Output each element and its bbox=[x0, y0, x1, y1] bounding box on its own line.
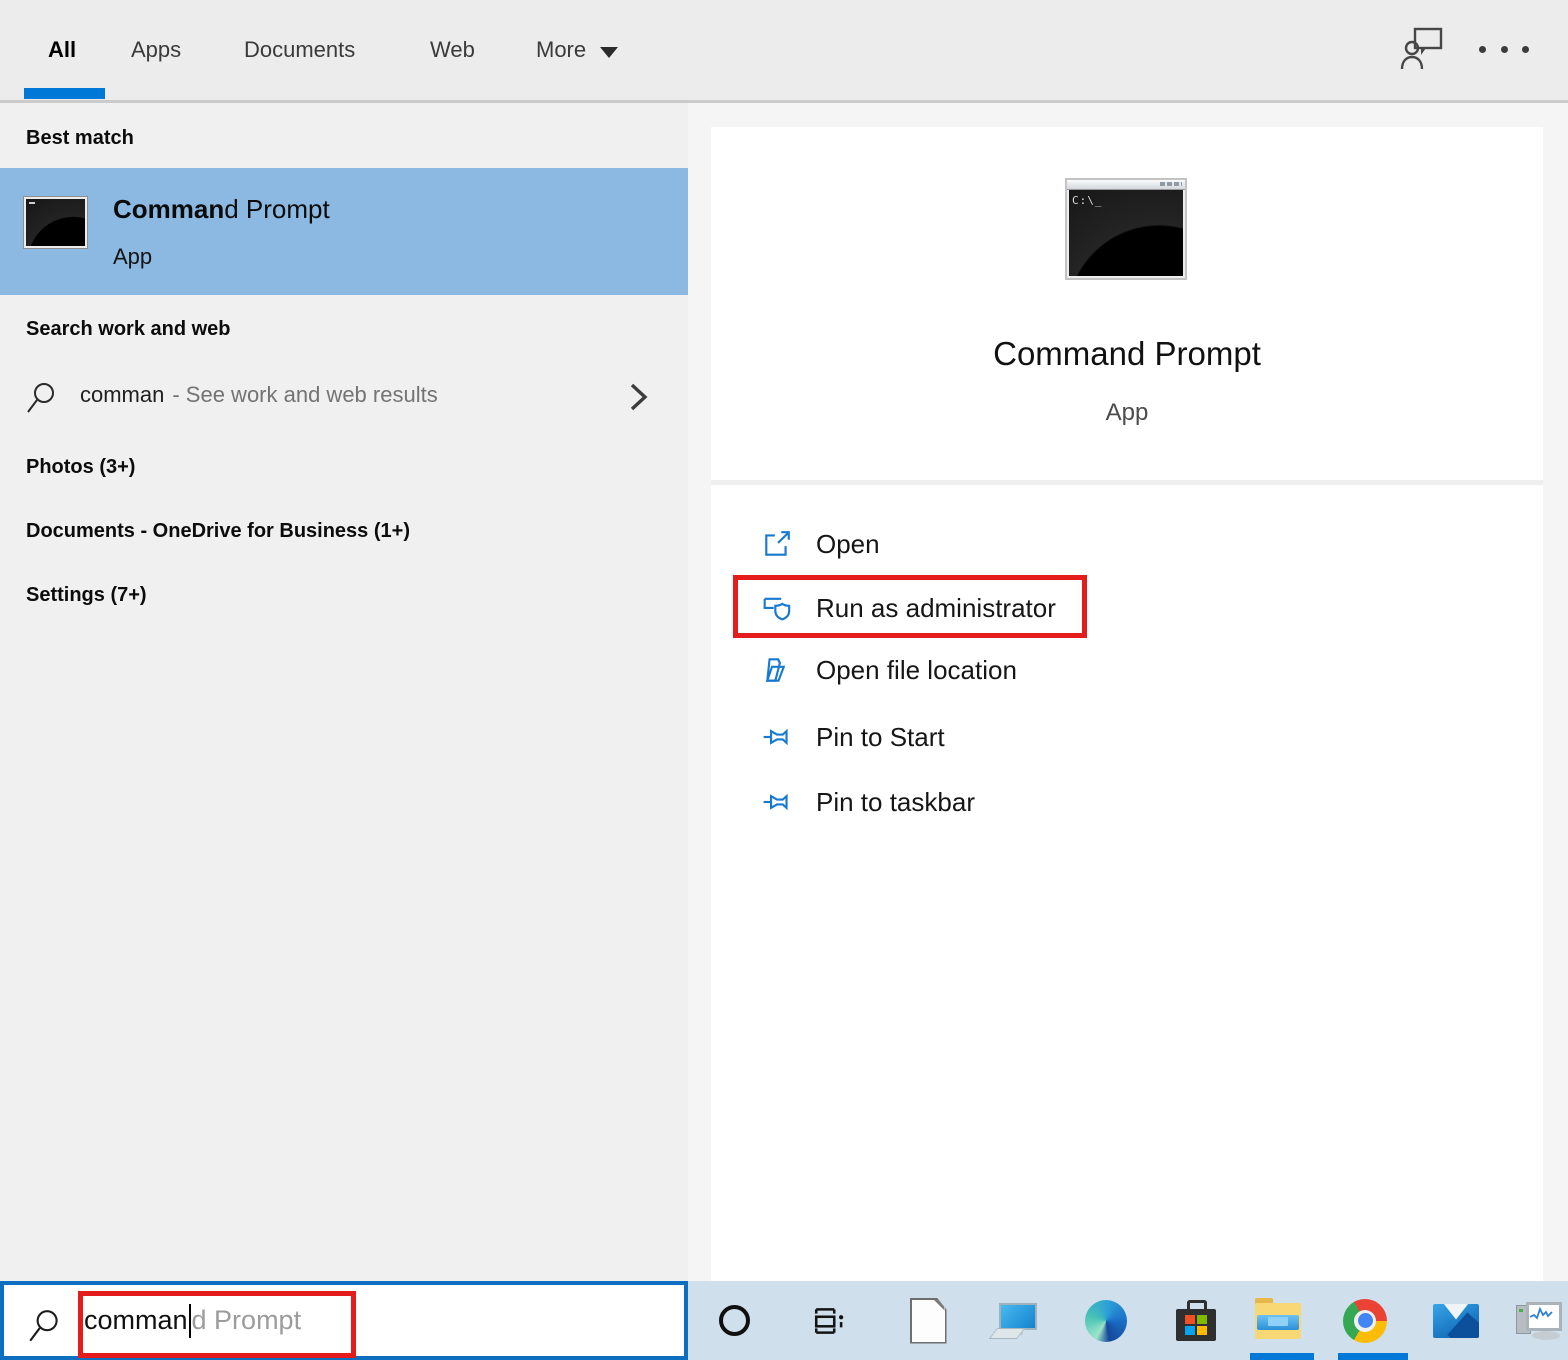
query-text: comman bbox=[80, 382, 165, 407]
open-icon bbox=[762, 529, 792, 559]
windows-search-flyout: All Apps Documents Web More Best match C… bbox=[0, 0, 1568, 1360]
tab-more[interactable]: More bbox=[536, 0, 619, 100]
feedback-icon[interactable] bbox=[1400, 26, 1444, 72]
preview-app-type: App bbox=[1105, 399, 1149, 426]
action-run-as-administrator[interactable]: Run as administrator bbox=[711, 588, 1543, 632]
unmatched-text: d Prompt bbox=[224, 194, 330, 224]
command-prompt-icon bbox=[24, 197, 87, 248]
action-open-file-location[interactable]: Open file location bbox=[711, 650, 1543, 694]
best-match-header: Best match bbox=[26, 127, 134, 149]
action-open[interactable]: Open bbox=[711, 524, 1543, 568]
cortana-icon[interactable] bbox=[702, 1281, 766, 1360]
search-icon bbox=[28, 1308, 62, 1346]
pin-icon bbox=[762, 787, 794, 817]
group-documents-onedrive[interactable]: Documents - OneDrive for Business (1+) bbox=[0, 510, 688, 562]
action-open-file-location-label: Open file location bbox=[816, 655, 1017, 685]
best-match-type: App bbox=[113, 244, 153, 269]
preview-divider bbox=[711, 480, 1543, 485]
active-tab-indicator bbox=[24, 88, 105, 99]
pin-icon bbox=[762, 722, 794, 752]
more-options-icon[interactable] bbox=[1479, 40, 1529, 58]
tab-apps[interactable]: Apps bbox=[131, 0, 181, 100]
cmd-window-titlebar bbox=[1067, 180, 1185, 190]
best-match-result-command-prompt[interactable]: Command Prompt App bbox=[0, 168, 688, 295]
resource-monitor-icon[interactable] bbox=[1508, 1281, 1568, 1360]
group-photos-label: Photos (3+) bbox=[26, 456, 136, 478]
action-pin-to-start[interactable]: Pin to Start bbox=[711, 717, 1543, 761]
file-explorer-icon[interactable] bbox=[1246, 1281, 1310, 1360]
web-search-result-row[interactable]: comman - See work and web results bbox=[0, 365, 688, 431]
preview-panel: C:\_ Command Prompt App Open Run as admi… bbox=[688, 103, 1568, 1281]
search-input[interactable]: comman d Prompt bbox=[0, 1281, 688, 1360]
command-prompt-icon-large: C:\_ bbox=[1065, 178, 1187, 280]
chevron-down-icon bbox=[600, 46, 619, 58]
chrome-icon[interactable] bbox=[1333, 1281, 1397, 1360]
this-pc-icon[interactable] bbox=[984, 1281, 1048, 1360]
preview-app-title: Command Prompt bbox=[993, 335, 1261, 372]
tab-more-label: More bbox=[536, 37, 587, 62]
matched-text: Comman bbox=[113, 194, 225, 224]
running-indicator-chrome bbox=[1338, 1353, 1408, 1360]
typed-query: comman bbox=[84, 1305, 188, 1335]
action-pin-to-start-label: Pin to Start bbox=[816, 722, 945, 752]
action-open-label: Open bbox=[816, 529, 880, 559]
search-filter-bar: All Apps Documents Web More bbox=[0, 0, 1568, 100]
taskbar bbox=[688, 1281, 1568, 1360]
running-indicator-file-explorer bbox=[1250, 1353, 1314, 1360]
web-search-result-text: comman - See work and web results bbox=[80, 382, 438, 408]
chevron-right-icon[interactable] bbox=[628, 382, 650, 412]
inline-suggestion: d Prompt bbox=[191, 1305, 302, 1335]
action-run-as-administrator-label: Run as administrator bbox=[816, 593, 1056, 623]
edge-browser-icon[interactable] bbox=[1074, 1281, 1138, 1360]
microsoft-store-icon[interactable] bbox=[1164, 1281, 1228, 1360]
tab-web-label: Web bbox=[430, 37, 475, 62]
libreoffice-icon[interactable] bbox=[896, 1281, 960, 1360]
tab-all-label: All bbox=[48, 37, 77, 62]
action-pin-to-taskbar[interactable]: Pin to taskbar bbox=[711, 782, 1543, 826]
best-match-title: Command Prompt bbox=[113, 194, 330, 225]
tab-apps-label: Apps bbox=[131, 37, 182, 62]
task-view-icon[interactable] bbox=[798, 1281, 862, 1360]
tab-documents[interactable]: Documents bbox=[244, 0, 355, 100]
folder-icon bbox=[762, 655, 792, 685]
action-pin-to-taskbar-label: Pin to taskbar bbox=[816, 787, 975, 817]
admin-shield-icon bbox=[762, 593, 794, 625]
cmd-prompt-text: C:\_ bbox=[1072, 194, 1103, 207]
search-input-text: comman d Prompt bbox=[84, 1285, 301, 1356]
group-documents-label: Documents - OneDrive for Business (1+) bbox=[26, 520, 410, 542]
text-caret bbox=[188, 1303, 191, 1338]
web-hint-text: - See work and web results bbox=[172, 382, 438, 407]
preview-card: C:\_ Command Prompt App Open Run as admi… bbox=[711, 127, 1543, 1281]
search-icon bbox=[26, 381, 58, 417]
search-work-web-header: Search work and web bbox=[26, 318, 231, 340]
group-settings-label: Settings (7+) bbox=[26, 584, 147, 606]
group-settings[interactable]: Settings (7+) bbox=[0, 574, 688, 626]
mail-icon[interactable] bbox=[1424, 1281, 1488, 1360]
tab-web[interactable]: Web bbox=[430, 0, 475, 100]
tab-documents-label: Documents bbox=[244, 37, 356, 62]
group-photos[interactable]: Photos (3+) bbox=[0, 446, 688, 498]
search-results-panel: Best match Command Prompt App Search wor… bbox=[0, 103, 688, 1281]
tab-all[interactable]: All bbox=[48, 0, 76, 100]
